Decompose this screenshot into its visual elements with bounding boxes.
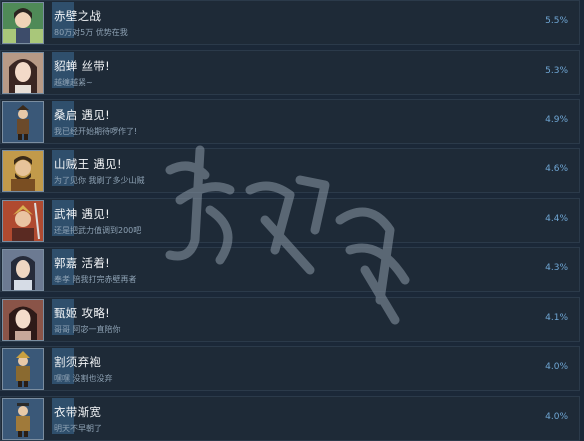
portrait-chibi-icon <box>2 2 44 44</box>
achievement-description: 奉孝 陪我打完赤壁再者 <box>54 275 137 284</box>
portrait-sangqi-icon <box>2 101 44 143</box>
unlock-percent: 4.6% <box>545 164 568 174</box>
unlock-percent: 4.0% <box>545 362 568 372</box>
portrait-emperor-icon <box>2 398 44 440</box>
achievement-row[interactable]: 割须弃袍 嘿嘿 没割也没弃 4.0% <box>0 346 580 391</box>
achievement-row[interactable]: 郭嘉 活着! 奉孝 陪我打完赤壁再者 4.3% <box>0 247 580 292</box>
achievement-title: 甄姬 攻略! <box>54 306 111 320</box>
achievement-title: 赤壁之战 <box>54 9 102 23</box>
achievement-title: 貂蝉 丝带! <box>54 59 111 73</box>
achievement-list: 赤壁之战 80万对5万 优势在我 5.5% 貂蝉 丝带! 越缠越紧~ 5.3% <box>0 0 584 441</box>
achievement-description: 越缠越紧~ <box>54 78 93 87</box>
achievement-row[interactable]: 衣带渐宽 明天不早朝了 4.0% <box>0 396 580 441</box>
portrait-bandit-king-icon <box>2 150 44 192</box>
portrait-diaochan-icon <box>2 52 44 94</box>
portrait-caocao-icon <box>2 348 44 390</box>
achievement-title: 山贼王 遇见! <box>54 157 122 171</box>
achievement-row[interactable]: 甄姬 攻略! 哥哥 阿宓一直陪你 4.1% <box>0 297 580 342</box>
unlock-percent: 4.4% <box>545 214 568 224</box>
achievement-row[interactable]: 貂蝉 丝带! 越缠越紧~ 5.3% <box>0 50 580 95</box>
achievement-title: 桑启 遇见! <box>54 108 111 122</box>
achievement-row[interactable]: 桑启 遇见! 我已经开始期待啰作了! 4.9% <box>0 99 580 144</box>
achievement-title: 衣带渐宽 <box>54 405 102 419</box>
achievement-row[interactable]: 武神 遇见! 还是把武力值调到200吧 4.4% <box>0 198 580 243</box>
achievement-title: 武神 遇见! <box>54 207 111 221</box>
achievement-description: 嘿嘿 没割也没弃 <box>54 374 113 383</box>
achievement-description: 为了见你 我刷了多少山贼 <box>54 176 145 185</box>
unlock-percent: 4.9% <box>545 115 568 125</box>
achievement-description: 哥哥 阿宓一直陪你 <box>54 325 121 334</box>
achievement-description: 我已经开始期待啰作了! <box>54 127 138 136</box>
unlock-percent: 4.0% <box>545 412 568 422</box>
achievement-row[interactable]: 山贼王 遇见! 为了见你 我刷了多少山贼 4.6% <box>0 148 580 193</box>
achievement-row[interactable]: 赤壁之战 80万对5万 优势在我 5.5% <box>0 0 580 45</box>
achievement-description: 还是把武力值调到200吧 <box>54 226 142 235</box>
portrait-zhenji-icon <box>2 299 44 341</box>
portrait-guojia-icon <box>2 249 44 291</box>
achievement-description: 80万对5万 优势在我 <box>54 28 128 37</box>
unlock-percent: 4.1% <box>545 313 568 323</box>
unlock-percent: 4.3% <box>545 263 568 273</box>
achievement-title: 郭嘉 活着! <box>54 256 111 270</box>
achievement-title: 割须弃袍 <box>54 355 102 369</box>
unlock-percent: 5.3% <box>545 66 568 76</box>
achievement-description: 明天不早朝了 <box>54 424 102 433</box>
portrait-wushen-icon <box>2 200 44 242</box>
unlock-percent: 5.5% <box>545 16 568 26</box>
